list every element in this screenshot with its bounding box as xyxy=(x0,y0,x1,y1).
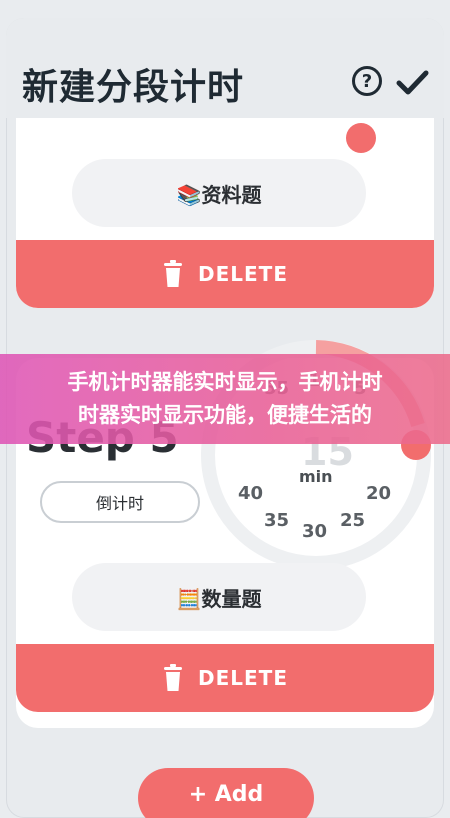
add-segment-button[interactable]: + Add xyxy=(138,768,314,818)
check-icon[interactable] xyxy=(394,64,430,100)
tick-35: 35 xyxy=(264,510,290,531)
app-header: 新建分段计时 ? xyxy=(6,18,444,118)
tick-20: 20 xyxy=(366,483,392,504)
delete-label: DELETE xyxy=(198,262,288,286)
delete-button[interactable]: DELETE xyxy=(16,644,434,712)
help-icon[interactable]: ? xyxy=(352,66,382,96)
banner-line-1: 手机计时器能实时显示，手机计时 xyxy=(67,370,383,394)
page-title: 新建分段计时 xyxy=(22,67,245,108)
delete-label: DELETE xyxy=(198,666,288,690)
trash-icon xyxy=(164,664,182,691)
delete-button[interactable]: DELETE xyxy=(16,240,434,308)
countdown-mode-button[interactable]: 倒计时 xyxy=(40,481,200,523)
category-pill[interactable]: 📚资料题 xyxy=(72,159,366,227)
tick-40: 40 xyxy=(238,483,264,504)
tick-30: 30 xyxy=(302,521,328,542)
tick-25: 25 xyxy=(340,510,366,531)
banner-line-2: 时器实时显示功能，便捷生活的 xyxy=(78,403,372,427)
add-label: + Add xyxy=(188,782,264,807)
overlay-banner: 手机计时器能实时显示，手机计时 时器实时显示功能，便捷生活的 xyxy=(0,354,450,444)
category-label: 🧮数量题 xyxy=(176,586,262,611)
timer-unit: min xyxy=(299,467,333,486)
help-label: ? xyxy=(361,70,373,92)
trash-icon xyxy=(164,260,182,287)
dial-knob[interactable] xyxy=(346,123,376,153)
category-label: 📚资料题 xyxy=(176,182,262,207)
category-pill[interactable]: 🧮数量题 xyxy=(72,563,366,631)
mode-label: 倒计时 xyxy=(95,494,144,513)
